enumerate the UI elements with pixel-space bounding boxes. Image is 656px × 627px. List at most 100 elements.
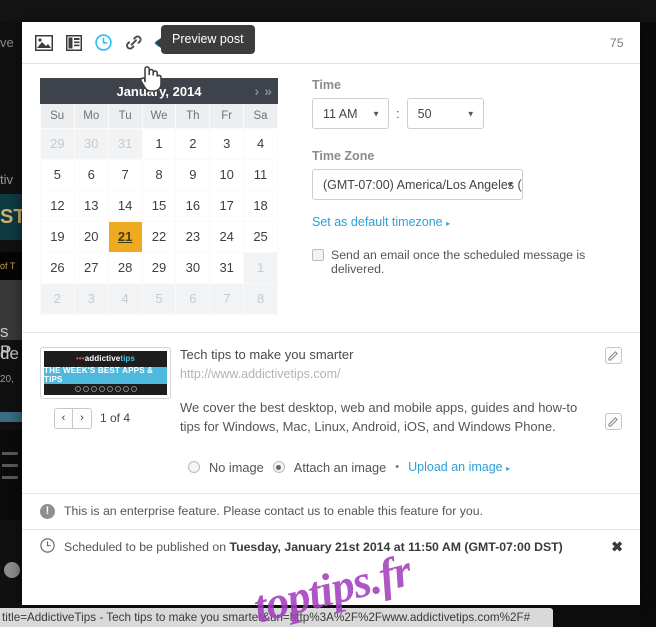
calendar-week-row: 19 20 21 22 23 24 25	[40, 220, 278, 253]
link-icon[interactable]	[124, 33, 143, 52]
scheduler-body: January, 2014 › » Su Mo Tu We Th Fr Sa 29 30 31 1…	[22, 64, 640, 315]
upload-image-link[interactable]: Upload an image ▸	[408, 460, 510, 474]
calendar-day[interactable]: 5	[40, 158, 75, 191]
thumbnail-dot-icon	[82, 386, 89, 392]
thumbnail-dot-icon	[130, 386, 137, 392]
calendar-day[interactable]: 13	[73, 189, 109, 222]
calendar-day[interactable]: 31	[209, 251, 245, 284]
calendar-day[interactable]: 10	[209, 158, 245, 191]
hour-select[interactable]: 11 AM	[312, 98, 389, 129]
scheduled-prefix: Scheduled to be published on	[64, 540, 230, 554]
close-icon[interactable]: ✖	[611, 539, 623, 556]
calendar-day[interactable]: 25	[243, 220, 278, 253]
carousel-next-button[interactable]: ›	[73, 408, 91, 428]
calendar-day[interactable]: 8	[141, 158, 177, 191]
calendar-day[interactable]: 23	[175, 220, 211, 253]
arrow-right-icon: ▸	[506, 464, 511, 473]
bg-text-fragment: tiv	[0, 172, 13, 187]
next-month-icon[interactable]: ›	[255, 84, 260, 98]
preview-post-tooltip: Preview post	[155, 25, 255, 54]
calendar-day[interactable]: 14	[107, 189, 143, 222]
calendar-day: 30	[73, 127, 109, 160]
calendar-day: 7	[209, 282, 245, 315]
bg-blue-block	[0, 412, 22, 422]
calendar-day[interactable]: 12	[40, 189, 75, 222]
calendar-day[interactable]: 6	[73, 158, 109, 191]
carousel-buttons: ‹ ›	[54, 407, 92, 429]
bg-text-fragment: ve	[0, 35, 14, 50]
timezone-select[interactable]: (GMT-07:00) America/Los Angeles (DST)	[312, 169, 523, 200]
calendar-day: 29	[40, 127, 75, 160]
calendar-header: January, 2014 › »	[40, 78, 278, 104]
link-preview-section: •••addictivetips THE WEEK'S BEST APPS & …	[22, 333, 640, 475]
radio-no-image[interactable]	[188, 461, 200, 473]
calendar-day[interactable]: 2	[175, 127, 211, 160]
calendar-day[interactable]: 3	[209, 127, 245, 160]
thumbnail-dot-icon	[90, 386, 97, 392]
thumbnail-banner: THE WEEK'S BEST APPS & TIPS	[44, 366, 167, 384]
calendar-week-row: 29 30 31 1 2 3 4	[40, 127, 278, 160]
time-select-row: 11 AM : 50	[312, 98, 622, 129]
thumbnail-carousel: ‹ › 1 of 4	[40, 407, 180, 429]
thumbnail-dot-icon	[114, 386, 121, 392]
calendar-day[interactable]: 15	[141, 189, 177, 222]
radio-attach-image[interactable]	[272, 461, 285, 473]
option-separator: •	[395, 461, 400, 473]
pencil-edit-icon[interactable]	[605, 346, 622, 364]
set-default-timezone-text: Set as default timezone	[312, 215, 443, 229]
carousel-prev-button[interactable]: ‹	[55, 408, 73, 428]
card-layout-icon[interactable]	[64, 33, 83, 52]
calendar-day[interactable]: 9	[175, 158, 211, 191]
calendar-day[interactable]: 26	[40, 251, 75, 284]
brand-name-cyan: tips	[120, 354, 135, 363]
calendar-day[interactable]: 22	[141, 220, 177, 253]
calendar-day[interactable]: 20	[73, 220, 109, 253]
calendar-day[interactable]: 18	[243, 189, 278, 222]
calendar-weekday: Fr	[209, 104, 245, 128]
calendar-grid: Su Mo Tu We Th Fr Sa 29 30 31 1 2 3 4 5 6 7 8 9 10 11 12 13 14…	[40, 104, 278, 315]
calendar-day-selected[interactable]: 21	[107, 220, 143, 253]
calendar-day[interactable]: 11	[243, 158, 278, 191]
image-icon[interactable]	[34, 33, 53, 52]
calendar-weekday: Th	[175, 104, 211, 128]
toolbar-icon-group	[30, 33, 173, 52]
calendar-weekday-row: Su Mo Tu We Th Fr Sa	[40, 104, 278, 128]
next-year-icon[interactable]: »	[264, 84, 272, 98]
calendar-week-row: 26 27 28 29 30 31 1	[40, 251, 278, 284]
image-option-radios: No image Attach an image • Upload an ima…	[180, 436, 618, 475]
carousel-counter: 1 of 4	[100, 411, 131, 425]
calendar-day[interactable]: 16	[175, 189, 211, 222]
clock-icon[interactable]	[94, 33, 113, 52]
calendar-day[interactable]: 28	[107, 251, 143, 284]
calendar-day: 3	[73, 282, 109, 315]
calendar-day[interactable]: 17	[209, 189, 245, 222]
calendar-weekday: Sa	[243, 104, 278, 128]
thumbnail-banner-text: THE WEEK'S BEST APPS & TIPS	[44, 366, 154, 384]
thumbnail-dot-icon	[106, 386, 113, 392]
preview-thumbnail[interactable]: •••addictivetips THE WEEK'S BEST APPS & …	[40, 346, 171, 399]
calendar-day[interactable]: 1	[141, 127, 177, 160]
set-default-timezone-link[interactable]: Set as default timezone ▸	[312, 215, 450, 229]
calendar-week-row: 5 6 7 8 9 10 11	[40, 158, 278, 191]
calendar-day[interactable]: 30	[175, 251, 211, 284]
calendar-day[interactable]: 19	[40, 220, 75, 253]
calendar-day[interactable]: 27	[73, 251, 109, 284]
compose-scheduler-dialog: 75 Preview post January, 2014 › » Su Mo Tu…	[22, 22, 640, 605]
pencil-edit-icon[interactable]	[605, 412, 622, 430]
radio-attach-image-label: Attach an image	[293, 459, 387, 475]
email-notification-row[interactable]: Send an email once the scheduled message…	[312, 248, 622, 276]
thumbnail-icon-row	[44, 384, 167, 395]
preview-thumbnail-column: •••addictivetips THE WEEK'S BEST APPS & …	[40, 346, 180, 475]
calendar-day[interactable]: 24	[209, 220, 245, 253]
calendar-day[interactable]: 29	[141, 251, 177, 284]
preview-url: http://www.addictivetips.com/	[180, 366, 341, 381]
calendar-day[interactable]: 4	[243, 127, 278, 160]
thumbnail-dot-icon	[98, 386, 105, 392]
bg-line	[2, 464, 18, 467]
background-page-left: tiv ST of T s P de 20,	[0, 22, 26, 627]
minute-select[interactable]: 50	[406, 98, 484, 129]
email-notification-checkbox[interactable]	[312, 249, 324, 261]
bg-text-fragment: de	[0, 344, 19, 363]
screen: tiv ST of T s P de 20, ve 75 Preview pos…	[0, 0, 656, 627]
calendar-day[interactable]: 7	[107, 158, 143, 191]
